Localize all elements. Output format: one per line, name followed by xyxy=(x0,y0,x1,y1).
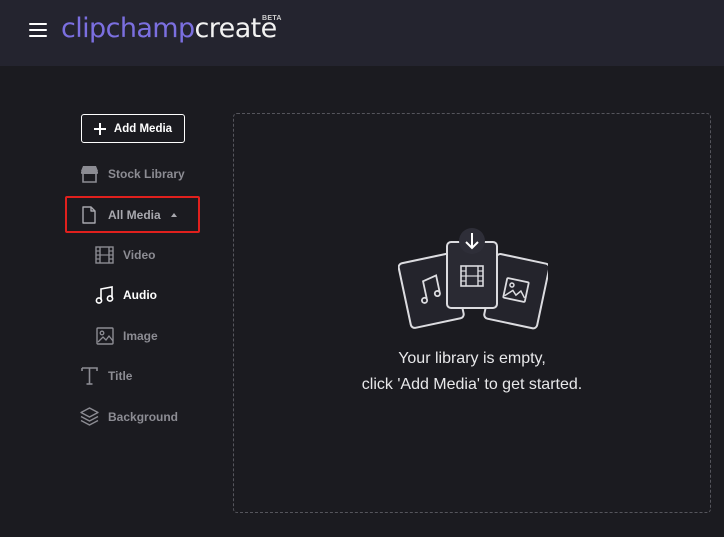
empty-library-message: Your library is empty, click 'Add Media'… xyxy=(233,346,711,398)
file-icon xyxy=(82,206,96,224)
sidebar-item-label: Stock Library xyxy=(108,167,185,181)
text-icon xyxy=(81,367,98,385)
app-logo[interactable]: clipchampcreate BETA xyxy=(61,13,281,49)
sidebar-item-label: Title xyxy=(108,369,133,383)
sidebar-item-audio[interactable]: Audio xyxy=(95,283,157,307)
empty-library-icon xyxy=(398,228,548,330)
beta-badge: BETA xyxy=(262,15,282,22)
menu-icon[interactable] xyxy=(29,22,47,38)
logo-brand: clipchamp xyxy=(61,13,195,44)
sidebar-item-label: All Media xyxy=(108,208,161,222)
add-media-label: Add Media xyxy=(113,122,173,135)
sidebar-item-stock-library[interactable]: Stock Library xyxy=(80,162,185,186)
add-media-button[interactable]: Add Media xyxy=(81,114,185,143)
sidebar-item-label: Audio xyxy=(123,288,157,302)
empty-message-line2: click 'Add Media' to get started. xyxy=(361,376,583,393)
sidebar-item-label: Image xyxy=(123,329,158,343)
sidebar-item-title[interactable]: Title xyxy=(80,364,132,388)
image-icon xyxy=(96,327,114,345)
sidebar-item-label: Background xyxy=(108,410,179,424)
app-header: clipchampcreate BETA xyxy=(0,0,724,66)
music-note-icon xyxy=(95,286,114,304)
sidebar-item-video[interactable]: Video xyxy=(95,243,155,267)
sidebar-item-all-media[interactable]: All Media xyxy=(81,203,177,227)
plus-icon xyxy=(93,122,106,135)
sidebar-item-image[interactable]: Image xyxy=(96,324,158,348)
layers-icon xyxy=(80,407,99,426)
film-icon xyxy=(95,246,114,264)
sidebar-item-label: Video xyxy=(123,248,156,262)
caret-up-icon[interactable] xyxy=(170,213,177,217)
empty-message-line1: Your library is empty, xyxy=(398,350,546,367)
store-icon xyxy=(81,166,98,183)
sidebar-item-background[interactable]: Background xyxy=(80,405,178,429)
